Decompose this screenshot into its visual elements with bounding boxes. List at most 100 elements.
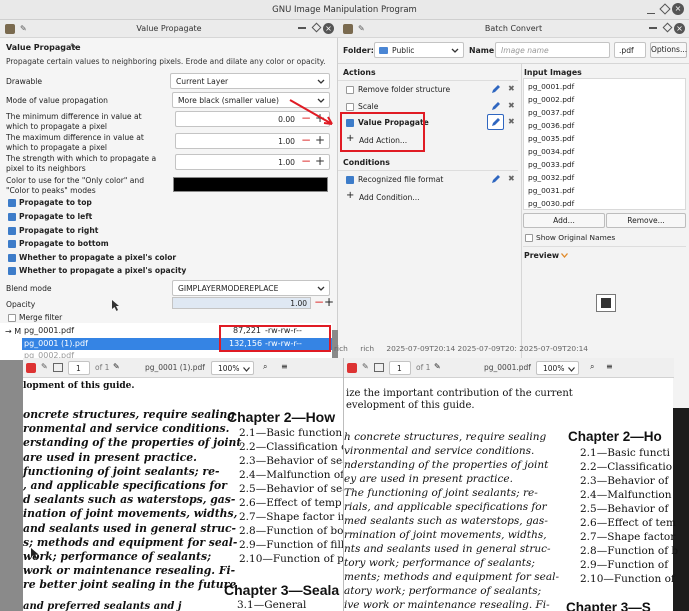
list-item[interactable]: pg_0030.pdf bbox=[528, 199, 574, 208]
delete-icon[interactable]: ✖ bbox=[508, 174, 515, 183]
toc-item: 2.1—Basic functi bbox=[580, 447, 671, 459]
page-number: 1 bbox=[397, 364, 402, 373]
preview-glyph bbox=[601, 298, 611, 308]
divider bbox=[338, 80, 518, 81]
increment-button[interactable]: + bbox=[324, 295, 334, 309]
zoom-select[interactable]: 100% bbox=[536, 361, 579, 375]
folder-select[interactable]: Public bbox=[374, 42, 464, 58]
list-item[interactable]: pg_0036.pdf bbox=[528, 121, 574, 130]
extension-input[interactable]: .pdf bbox=[614, 42, 646, 58]
close-icon[interactable]: × bbox=[674, 23, 685, 34]
decrement-button[interactable]: − bbox=[299, 134, 313, 148]
divider bbox=[338, 170, 518, 171]
option-label: Propagate to bottom bbox=[19, 239, 109, 248]
options-button[interactable]: Options... bbox=[650, 42, 687, 58]
toc-item: 2.2—Classification o bbox=[239, 441, 348, 453]
doc-body: h concrete structures, require sealing vi… bbox=[344, 430, 560, 611]
minimize-icon[interactable] bbox=[649, 27, 657, 29]
close-icon[interactable]: × bbox=[672, 3, 684, 15]
zoom-select[interactable]: 100% bbox=[211, 361, 254, 375]
red-arrow-annotation bbox=[289, 99, 333, 125]
checkbox-unchecked[interactable] bbox=[346, 86, 354, 94]
list-item[interactable]: pg_0032.pdf bbox=[528, 173, 574, 182]
max-diff-spinner[interactable]: 1.00 − + bbox=[175, 133, 330, 149]
doc-text-line: ments; methods and equipment for seal- bbox=[344, 571, 560, 583]
remove-images-button[interactable]: Remove... bbox=[606, 213, 686, 228]
list-item[interactable]: pg_0031.pdf bbox=[528, 186, 574, 195]
doc-text-line: vironmental and service conditions. bbox=[344, 445, 535, 457]
doc-text-line: rmination of joint movements, widths, bbox=[344, 529, 547, 541]
drawable-select[interactable]: Current Layer bbox=[170, 73, 330, 89]
pencil-icon[interactable] bbox=[491, 101, 501, 111]
name-input[interactable]: Image name bbox=[495, 42, 610, 58]
pencil-icon[interactable] bbox=[491, 174, 501, 184]
list-item[interactable]: pg_0037.pdf bbox=[528, 108, 574, 117]
edit-action-button[interactable] bbox=[487, 114, 504, 130]
pencil-icon[interactable] bbox=[491, 84, 501, 94]
annotate-icon[interactable]: ✎ bbox=[113, 362, 120, 371]
min-diff-label: The minimum difference in value at which… bbox=[6, 112, 142, 131]
delete-icon[interactable]: ✖ bbox=[508, 101, 515, 110]
doc-text-line: erstanding of the properties of joint bbox=[23, 436, 242, 450]
list-item[interactable]: pg_0001.pdf bbox=[528, 82, 574, 91]
list-item[interactable]: pg_0034.pdf bbox=[528, 147, 574, 156]
doc-text-line: functioning of joint sealants; re- bbox=[23, 464, 220, 478]
checkbox-unchecked[interactable] bbox=[346, 103, 354, 111]
page-input[interactable]: 1 bbox=[389, 361, 411, 375]
search-icon[interactable]: ⌕ bbox=[590, 362, 594, 372]
checkbox-checked[interactable] bbox=[346, 176, 354, 184]
add-images-button[interactable]: Add... bbox=[523, 213, 605, 228]
color-swatch-button[interactable] bbox=[173, 177, 328, 192]
doc-text-line: d sealants such as waterstops, gas- bbox=[23, 493, 236, 507]
checkbox-checked[interactable] bbox=[8, 227, 16, 235]
checkbox-checked[interactable] bbox=[8, 199, 16, 207]
add-condition-button[interactable]: + Add Condition... bbox=[346, 190, 466, 204]
increment-button[interactable]: + bbox=[313, 155, 327, 169]
option-label: Whether to propagate a pixel's color bbox=[19, 253, 177, 262]
input-images-list[interactable]: pg_0001.pdf pg_0002.pdf pg_0037.pdf pg_0… bbox=[523, 78, 686, 210]
blend-select[interactable]: GIMPLAYERMODEREPLACE bbox=[172, 280, 330, 296]
action-row[interactable]: Remove folder structure ✖ bbox=[346, 84, 518, 96]
checkbox-unchecked[interactable] bbox=[525, 234, 533, 242]
checkbox-checked[interactable] bbox=[8, 267, 16, 275]
delete-icon[interactable]: ✖ bbox=[508, 117, 515, 126]
search-icon[interactable]: ⌕ bbox=[263, 362, 267, 372]
minimize-icon[interactable] bbox=[298, 27, 306, 29]
zoom-value: 100% bbox=[543, 364, 565, 373]
checkbox-checked[interactable] bbox=[8, 240, 16, 248]
menu-icon[interactable]: ≡ bbox=[281, 362, 288, 371]
delete-icon[interactable]: ✖ bbox=[508, 84, 515, 93]
list-item[interactable]: pg_0033.pdf bbox=[528, 160, 574, 169]
close-icon[interactable]: × bbox=[323, 23, 334, 34]
toc-item: 2.9—Function of bbox=[580, 559, 669, 571]
pin-icon[interactable]: ✎ bbox=[41, 362, 48, 371]
action-label: Remove folder structure bbox=[358, 85, 451, 94]
add-condition-label: Add Condition... bbox=[359, 193, 420, 202]
list-item[interactable]: pg_0035.pdf bbox=[528, 134, 574, 143]
doc-text-line: lopment of this guide. bbox=[23, 381, 135, 391]
viewer-app-icon bbox=[26, 363, 36, 373]
plus-icon: + bbox=[346, 190, 355, 201]
list-item[interactable]: pg_0002.pdf bbox=[528, 95, 574, 104]
strength-spinner[interactable]: 1.00 − + bbox=[175, 154, 330, 170]
file-dates: 2025-07-09T20:14 2025-07-09T20: 2025-07-… bbox=[386, 344, 588, 353]
increment-button[interactable]: + bbox=[313, 134, 327, 148]
decrement-button[interactable]: − bbox=[314, 295, 324, 309]
edit-icon[interactable]: ✎ bbox=[70, 42, 77, 51]
pin-icon[interactable]: ✎ bbox=[362, 362, 369, 371]
doc-text-top: ize the important contribution of the cu… bbox=[346, 388, 573, 412]
checkbox-checked[interactable] bbox=[8, 254, 16, 262]
minimize-icon[interactable] bbox=[647, 6, 655, 14]
checkbox-unchecked[interactable] bbox=[8, 314, 16, 322]
sidebar-icon[interactable] bbox=[53, 363, 63, 372]
menu-icon[interactable]: ≡ bbox=[606, 362, 613, 371]
annotate-icon[interactable]: ✎ bbox=[434, 362, 441, 371]
condition-row[interactable]: Recognized file format ✖ bbox=[346, 174, 518, 186]
opacity-slider[interactable]: 1.00 bbox=[172, 297, 311, 309]
toc-item: 2.4—Malfunction bbox=[580, 489, 672, 501]
chevron-down-icon bbox=[243, 367, 250, 372]
decrement-button[interactable]: − bbox=[299, 155, 313, 169]
sidebar-icon[interactable] bbox=[374, 363, 384, 372]
checkbox-checked[interactable] bbox=[8, 213, 16, 221]
page-input[interactable]: 1 bbox=[68, 361, 90, 375]
